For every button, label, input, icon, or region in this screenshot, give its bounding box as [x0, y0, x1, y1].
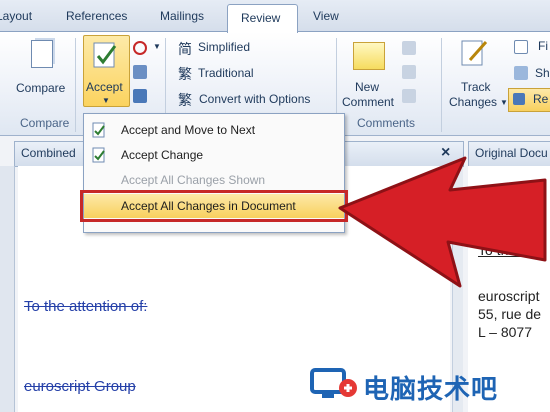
- vertical-ruler: [0, 166, 15, 412]
- show-markup-button[interactable]: Sh: [535, 66, 550, 81]
- comments-group-label: Comments: [357, 116, 416, 130]
- compare-group-label: Compare: [20, 116, 70, 130]
- reviewing-pane-icon: [513, 93, 525, 105]
- simplified-icon: 简: [178, 41, 192, 57]
- track-changes-icon: [461, 40, 488, 66]
- comment-icon: [353, 42, 385, 70]
- compare-icon: [31, 40, 53, 68]
- pane-title: Combined: [21, 146, 76, 160]
- tab-layout[interactable]: Layout: [0, 9, 32, 23]
- chevron-down-icon: ▼: [102, 96, 110, 105]
- reject-icon[interactable]: [133, 41, 147, 55]
- chevron-down-icon: ▼: [153, 42, 161, 51]
- watermark-logo-icon: [310, 368, 357, 398]
- accept-document-icon: [93, 42, 117, 68]
- red-arrow-annotation: [338, 156, 547, 288]
- delete-comment-icon[interactable]: [402, 41, 416, 55]
- ribbon-tab-bar: Layout References Mailings Review View: [0, 0, 550, 33]
- chevron-down-icon: ▼: [500, 98, 508, 107]
- menu-item-accept-and-move-next[interactable]: Accept and Move to Next: [84, 118, 344, 142]
- deleted-text: euroscript Group: [24, 378, 136, 395]
- tab-references[interactable]: References: [66, 9, 127, 23]
- reviewing-pane-button[interactable]: Re: [508, 88, 550, 112]
- convert-icon: 繁: [178, 92, 192, 108]
- group-divider: [75, 38, 76, 132]
- tab-view[interactable]: View: [313, 9, 339, 23]
- watermark: 电脑技术吧: [308, 364, 550, 405]
- group-divider: [441, 38, 442, 132]
- previous-change-icon[interactable]: [133, 65, 147, 79]
- previous-comment-icon[interactable]: [402, 65, 416, 79]
- show-markup-icon: [514, 66, 528, 80]
- accept-change-icon: [92, 147, 105, 163]
- tab-mailings[interactable]: Mailings: [160, 9, 204, 23]
- document-line: L – 8077: [478, 324, 532, 340]
- final-markup-icon: [514, 40, 528, 54]
- final-markup-dropdown[interactable]: Fi: [538, 39, 548, 54]
- next-comment-icon[interactable]: [402, 89, 416, 103]
- next-change-icon[interactable]: [133, 89, 147, 103]
- deleted-text: To the attention of:: [24, 298, 148, 315]
- accept-move-next-icon: [92, 122, 105, 138]
- tab-review[interactable]: Review: [227, 4, 298, 33]
- traditional-icon: 繁: [178, 66, 192, 82]
- accept-button[interactable]: Accept ▼: [83, 35, 130, 107]
